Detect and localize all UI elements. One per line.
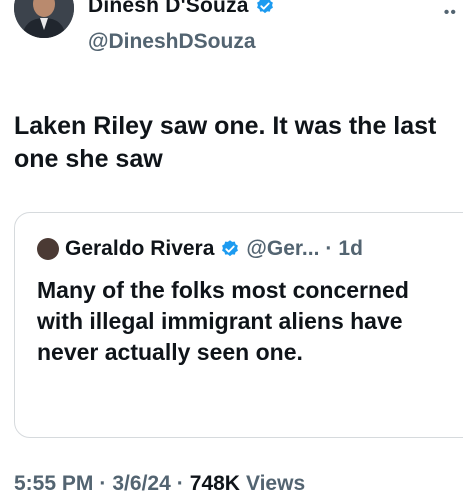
tweet-text: Laken Riley saw one. It was the last one… <box>14 112 437 173</box>
quoted-separator: · <box>325 237 333 260</box>
verified-badge-icon <box>222 240 239 257</box>
meta-separator: · <box>176 472 184 495</box>
author-avatar[interactable] <box>14 0 74 38</box>
tweet-detail: Dinesh D'Souza @DineshDSouza •• Laken Ri… <box>0 0 463 500</box>
more-icon[interactable]: •• <box>444 4 457 22</box>
tweet-time[interactable]: 5:55 PM <box>14 472 93 496</box>
quoted-timestamp[interactable]: 1d <box>338 237 363 261</box>
views-count: 748K <box>189 472 240 495</box>
avatar-image <box>14 0 74 38</box>
quoted-tweet-header: Geraldo Rivera @Ger... · 1d <box>37 237 363 261</box>
quoted-author-handle[interactable]: @Ger... <box>246 237 319 261</box>
author-name[interactable]: Dinesh D'Souza <box>88 0 249 18</box>
quoted-author-name[interactable]: Geraldo Rivera <box>65 237 214 261</box>
quoted-avatar[interactable] <box>37 238 59 260</box>
views-label: Views <box>245 472 306 495</box>
tweet-meta: 5:55 PM · 3/6/24 · 748K Views <box>14 472 305 496</box>
author-name-row[interactable]: Dinesh D'Souza <box>88 0 275 18</box>
author-handle[interactable]: @DineshDSouza <box>88 30 256 54</box>
quoted-tweet-card[interactable]: Geraldo Rivera @Ger... · 1d Many of the … <box>14 212 463 438</box>
verified-badge-icon <box>256 0 273 14</box>
quoted-tweet-text: Many of the folks most concerned with il… <box>37 277 409 365</box>
meta-separator: · <box>99 472 107 495</box>
tweet-date[interactable]: 3/6/24 <box>112 472 170 496</box>
